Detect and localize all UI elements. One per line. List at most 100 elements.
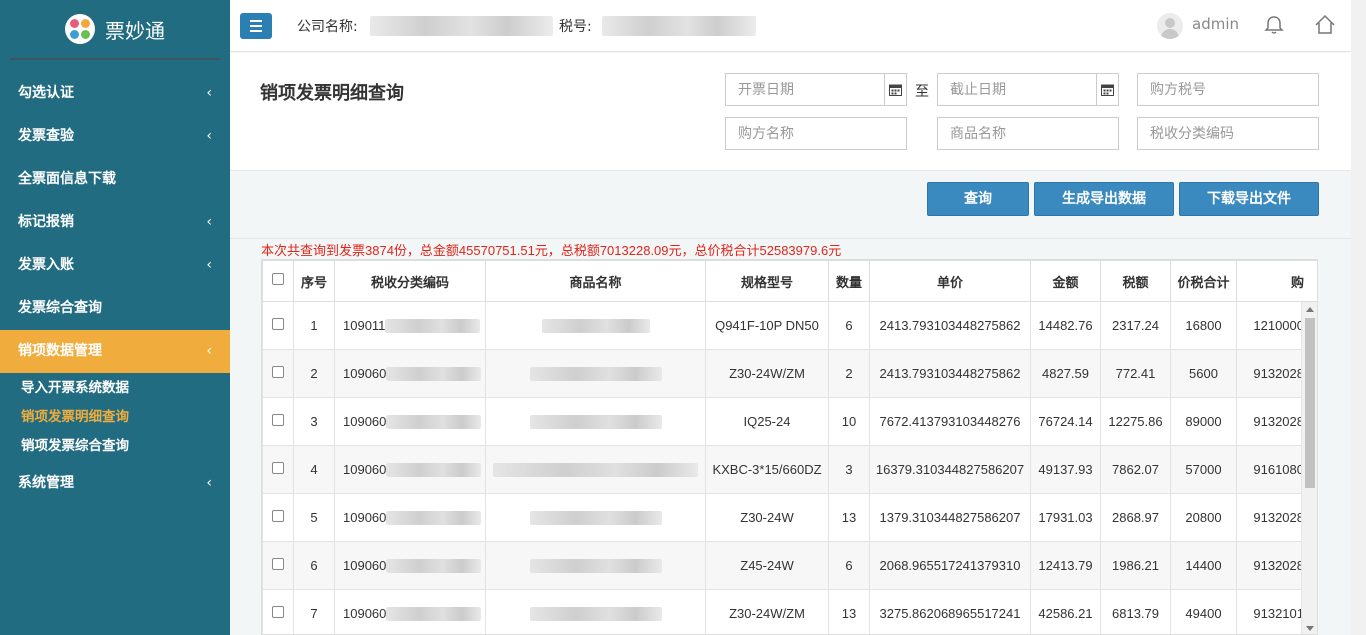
cell-tax: 1986.21 — [1100, 541, 1171, 590]
select-all-checkbox[interactable] — [272, 273, 284, 285]
end-date-input[interactable]: 截止日期 — [937, 73, 1119, 106]
company-label: 公司名称: — [297, 19, 358, 35]
column-header[interactable]: 规格型号 — [705, 260, 829, 302]
cell-product-name — [485, 445, 706, 494]
buyer-tax-input[interactable]: 购方税号 — [1137, 73, 1319, 106]
redacted-value — [386, 366, 482, 381]
cell-product-name — [485, 589, 706, 634]
row-checkbox[interactable] — [272, 558, 284, 570]
page-scrollbar[interactable] — [1351, 0, 1366, 635]
cell-tax: 2317.24 — [1100, 301, 1171, 350]
row-checkbox[interactable] — [272, 366, 284, 378]
cell-amount: 12413.79 — [1030, 541, 1101, 590]
table-row[interactable]: 4 109060 KXBC-3*15/660DZ 3 16379.31034482758… — [262, 445, 1317, 494]
column-header[interactable]: 税收分类编码 — [334, 260, 486, 302]
app-logo[interactable]: 票妙通 — [10, 0, 220, 60]
calendar-icon[interactable] — [884, 74, 906, 105]
username[interactable]: admin — [1192, 15, 1239, 33]
row-checkbox[interactable] — [272, 606, 284, 618]
scroll-thumb[interactable] — [1305, 318, 1315, 488]
sidebar-item-invoice-query[interactable]: 发票综合查询 — [0, 287, 230, 330]
row-select-cell[interactable] — [262, 397, 294, 446]
tax-number-redacted — [602, 16, 756, 36]
menu-icon — [250, 20, 262, 22]
row-select-cell[interactable] — [262, 589, 294, 634]
avatar[interactable] — [1157, 13, 1183, 39]
row-select-cell[interactable] — [262, 541, 294, 590]
sidebar-item-label: 勾选认证 — [18, 85, 74, 101]
home-icon[interactable] — [1313, 13, 1337, 37]
cell-qty: 10 — [828, 397, 870, 446]
cell-product-name — [485, 301, 706, 350]
column-header[interactable]: 单价 — [869, 260, 1031, 302]
tax-code-input[interactable]: 税收分类编码 — [1137, 117, 1319, 150]
sidebar-item-label: 发票查验 — [18, 128, 74, 144]
tax-label: 税号: — [559, 19, 592, 35]
scroll-up-icon[interactable] — [1306, 307, 1314, 312]
table-row[interactable]: 5 109060 Z30-24W 13 1379.310344827586207 1793… — [262, 493, 1317, 542]
cell-price: 7672.413793103448276 — [869, 397, 1031, 446]
table-row[interactable]: 6 109060 Z45-24W 6 2068.965517241379310 12413… — [262, 541, 1317, 590]
chevron-left-icon: ‹ — [206, 85, 212, 101]
table-row[interactable]: 3 109060 IQ25-24 10 7672.413793103448276 7672… — [262, 397, 1317, 446]
chevron-left-icon: ‹ — [206, 128, 212, 144]
table-row[interactable]: 2 109060 Z30-24W/ZM 2 2413.793103448275862 48… — [262, 349, 1317, 398]
sidebar-item-sales-data[interactable]: 销项数据管理 ‹ — [0, 330, 230, 373]
scroll-down-icon[interactable] — [1306, 626, 1314, 631]
generate-export-button[interactable]: 生成导出数据 — [1034, 182, 1174, 216]
buyer-name-input[interactable]: 购方名称 — [725, 117, 907, 150]
column-header[interactable]: 数量 — [828, 260, 870, 302]
sidebar-item-check-auth[interactable]: 勾选认证 ‹ — [0, 72, 230, 115]
cell-spec: Z30-24W — [705, 493, 829, 542]
cell-amount: 76724.14 — [1030, 397, 1101, 446]
cell-product-name — [485, 541, 706, 590]
cell-tax-code: 109060 — [334, 493, 486, 542]
row-select-cell[interactable] — [262, 445, 294, 494]
cell-price: 3275.862068965517241 — [869, 589, 1031, 634]
column-header[interactable]: 价税合计 — [1170, 260, 1237, 302]
row-checkbox[interactable] — [272, 462, 284, 474]
bell-icon[interactable] — [1263, 14, 1285, 36]
column-header[interactable]: 序号 — [293, 260, 335, 302]
menu-toggle-button[interactable] — [240, 13, 272, 39]
table-row[interactable]: 7 109060 Z30-24W/ZM 13 3275.862068965517241 4… — [262, 589, 1317, 634]
download-export-button[interactable]: 下载导出文件 — [1179, 182, 1319, 216]
sidebar-subitem-sales-detail[interactable]: 销项发票明细查询 — [0, 403, 230, 432]
table-header-row: 序号 税收分类编码 商品名称 规格型号 数量 单价 金额 税额 价税合计 购 — [262, 260, 1317, 302]
table-row[interactable]: 1 109011 Q941F-10P DN50 6 2413.7931034482758… — [262, 301, 1317, 350]
sidebar-item-invoice-verify[interactable]: 发票查验 ‹ — [0, 115, 230, 158]
select-all-cell[interactable] — [262, 260, 294, 302]
column-header[interactable]: 购 — [1236, 260, 1317, 302]
cell-tax-code: 109060 — [334, 589, 486, 634]
chevron-left-icon: ‹ — [206, 343, 212, 359]
column-header[interactable]: 商品名称 — [485, 260, 706, 302]
product-name-input[interactable]: 商品名称 — [937, 117, 1119, 150]
sidebar-item-invoice-booking[interactable]: 发票入账 ‹ — [0, 244, 230, 287]
table-scrollbar[interactable] — [1301, 302, 1317, 634]
cell-total: 89000 — [1170, 397, 1237, 446]
query-button[interactable]: 查询 — [927, 182, 1029, 216]
sidebar-subitem-import[interactable]: 导入开票系统数据 — [0, 374, 230, 403]
row-checkbox[interactable] — [272, 318, 284, 330]
cell-price: 1379.310344827586207 — [869, 493, 1031, 542]
cell-tax-code: 109011 — [334, 301, 486, 350]
cell-tax: 2868.97 — [1100, 493, 1171, 542]
row-checkbox[interactable] — [272, 510, 284, 522]
row-select-cell[interactable] — [262, 349, 294, 398]
row-select-cell[interactable] — [262, 301, 294, 350]
query-summary: 本次共查询到发票3874份，总金额45570751.51元，总税额7013228… — [261, 243, 842, 258]
redacted-value — [386, 462, 482, 477]
sidebar-item-system[interactable]: 系统管理 ‹ — [0, 462, 230, 505]
row-select-cell[interactable] — [262, 493, 294, 542]
start-date-input[interactable]: 开票日期 — [725, 73, 907, 106]
sidebar-item-full-download[interactable]: 全票面信息下载 — [0, 158, 230, 201]
tax-code-prefix: 109060 — [343, 510, 387, 525]
row-checkbox[interactable] — [272, 414, 284, 426]
sidebar-subitem-sales-summary[interactable]: 销项发票综合查询 — [0, 432, 230, 461]
calendar-icon[interactable] — [1096, 74, 1118, 105]
buyer-name-placeholder: 购方名称 — [738, 125, 794, 141]
column-header[interactable]: 金额 — [1030, 260, 1101, 302]
sidebar-item-mark-reimburse[interactable]: 标记报销 ‹ — [0, 201, 230, 244]
column-header[interactable]: 税额 — [1100, 260, 1171, 302]
redacted-value — [529, 415, 662, 430]
